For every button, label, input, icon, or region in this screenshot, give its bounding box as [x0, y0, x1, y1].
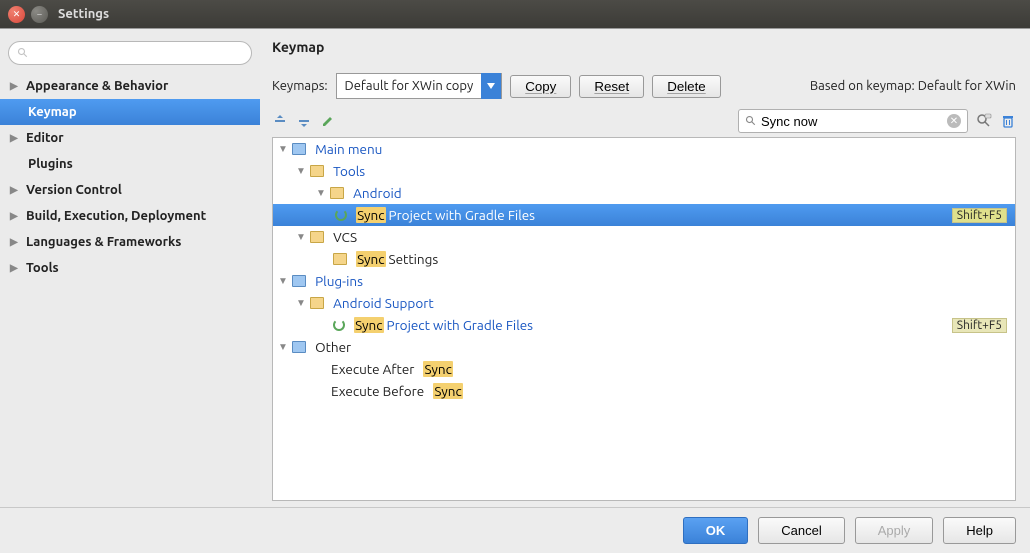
tree-node-tools[interactable]: ▼ Tools [273, 160, 1015, 182]
folder-icon [333, 253, 347, 265]
keyboard-shortcut: Shift+F5 [952, 318, 1007, 333]
tree-label: Project with Gradle Files [387, 317, 534, 333]
tree-label: Tools [333, 163, 365, 179]
dialog-footer: OK Cancel Apply Help [0, 507, 1030, 553]
keymaps-label: Keymaps: [272, 79, 328, 93]
delete-button[interactable]: Delete [652, 75, 721, 98]
sidebar-item-plugins[interactable]: Plugins [0, 151, 260, 177]
sidebar-search-input[interactable] [33, 46, 243, 61]
keymap-select[interactable]: Default for XWin copy [336, 73, 503, 99]
action-search[interactable]: ✕ [738, 109, 968, 133]
folder-icon [310, 297, 324, 309]
tree-node-other[interactable]: ▼ Other [273, 336, 1015, 358]
sidebar-item-appearance[interactable]: ▶Appearance & Behavior [0, 73, 260, 99]
tree-label: Project with Gradle Files [389, 207, 536, 223]
reset-button[interactable]: Reset [579, 75, 644, 98]
highlight: Sync [423, 361, 452, 377]
tree-label: Settings [389, 251, 439, 267]
sidebar-item-languages[interactable]: ▶Languages & Frameworks [0, 229, 260, 255]
sidebar-item-label: Languages & Frameworks [26, 235, 181, 249]
sidebar-item-build[interactable]: ▶Build, Execution, Deployment [0, 203, 260, 229]
folder-icon [330, 187, 344, 199]
tree-label: VCS [333, 229, 357, 245]
apply-button: Apply [855, 517, 934, 544]
highlight: Sync [433, 383, 462, 399]
sidebar-item-editor[interactable]: ▶Editor [0, 125, 260, 151]
folder-icon [292, 341, 306, 353]
toolbar-row: ✕ [272, 109, 1016, 133]
search-icon [745, 115, 757, 127]
folder-icon [310, 231, 324, 243]
trash-icon[interactable] [1000, 113, 1016, 129]
tree-node-main-menu[interactable]: ▼ Main menu [273, 138, 1015, 160]
edit-icon[interactable] [320, 113, 336, 129]
sidebar-item-label: Keymap [28, 105, 77, 119]
tree-leaf-exec-after[interactable]: Execute After Sync [273, 358, 1015, 380]
window-title: Settings [58, 7, 109, 21]
sync-icon [335, 209, 347, 221]
tree-label: Execute Before [331, 383, 424, 399]
based-on-label: Based on keymap: Default for XWin [810, 79, 1016, 93]
sidebar-item-label: Build, Execution, Deployment [26, 209, 206, 223]
action-search-input[interactable] [761, 114, 943, 129]
tree-leaf-sync-gradle-plugin[interactable]: Sync Project with Gradle Files Shift+F5 [273, 314, 1015, 336]
sidebar-item-keymap[interactable]: Keymap [0, 99, 260, 125]
sidebar-item-label: Tools [26, 261, 59, 275]
clear-search-button[interactable]: ✕ [947, 114, 961, 128]
tree-label: Execute After [331, 361, 414, 377]
tree-node-android[interactable]: ▼ Android [273, 182, 1015, 204]
tree-label: Other [315, 339, 351, 355]
close-window-button[interactable]: ✕ [8, 6, 25, 23]
tree-node-android-support[interactable]: ▼ Android Support [273, 292, 1015, 314]
ok-button[interactable]: OK [683, 517, 749, 544]
highlight: Sync [356, 251, 385, 267]
main-panel: Keymap Keymaps: Default for XWin copy Co… [260, 29, 1030, 507]
tree-label: Main menu [315, 141, 382, 157]
sidebar-item-label: Editor [26, 131, 64, 145]
sidebar: ▶Appearance & Behavior Keymap ▶Editor Pl… [0, 29, 260, 507]
sidebar-item-tools[interactable]: ▶Tools [0, 255, 260, 281]
keyboard-shortcut: Shift+F5 [952, 208, 1007, 223]
tree-node-plugins[interactable]: ▼ Plug-ins [273, 270, 1015, 292]
sidebar-item-label: Plugins [28, 157, 73, 171]
page-title: Keymap [272, 39, 1016, 55]
body: ▶Appearance & Behavior Keymap ▶Editor Pl… [0, 28, 1030, 507]
help-button[interactable]: Help [943, 517, 1016, 544]
search-icon [17, 47, 29, 59]
titlebar: ✕ – Settings [0, 0, 1030, 28]
find-by-shortcut-icon[interactable] [976, 113, 992, 129]
minimize-window-button[interactable]: – [31, 6, 48, 23]
nav-list: ▶Appearance & Behavior Keymap ▶Editor Pl… [0, 73, 260, 507]
sidebar-item-version-control[interactable]: ▶Version Control [0, 177, 260, 203]
collapse-all-icon[interactable] [296, 113, 312, 129]
highlight: Sync [354, 317, 383, 333]
chevron-down-icon[interactable] [481, 73, 501, 99]
tree-node-vcs[interactable]: ▼ VCS [273, 226, 1015, 248]
expand-all-icon[interactable] [272, 113, 288, 129]
sync-icon [333, 319, 345, 331]
tree-label: Plug-ins [315, 273, 363, 289]
action-tree[interactable]: ▼ Main menu ▼ Tools ▼ Android Sync Proje… [272, 137, 1016, 501]
tree-label: Android [353, 185, 402, 201]
tree-leaf-exec-before[interactable]: Execute Before Sync [273, 380, 1015, 402]
tree-label: Android Support [333, 295, 434, 311]
sidebar-search[interactable] [8, 41, 252, 65]
highlight: Sync [356, 207, 385, 223]
keymaps-row: Keymaps: Default for XWin copy Copy Rese… [272, 73, 1016, 99]
sidebar-item-label: Appearance & Behavior [26, 79, 168, 93]
folder-icon [292, 143, 306, 155]
folder-icon [310, 165, 324, 177]
tree-leaf-sync-gradle[interactable]: Sync Project with Gradle Files Shift+F5 [273, 204, 1015, 226]
folder-icon [292, 275, 306, 287]
cancel-button[interactable]: Cancel [758, 517, 844, 544]
tree-leaf-sync-settings[interactable]: Sync Settings [273, 248, 1015, 270]
keymap-select-value: Default for XWin copy [337, 79, 482, 93]
copy-button[interactable]: Copy [510, 75, 571, 98]
sidebar-item-label: Version Control [26, 183, 122, 197]
